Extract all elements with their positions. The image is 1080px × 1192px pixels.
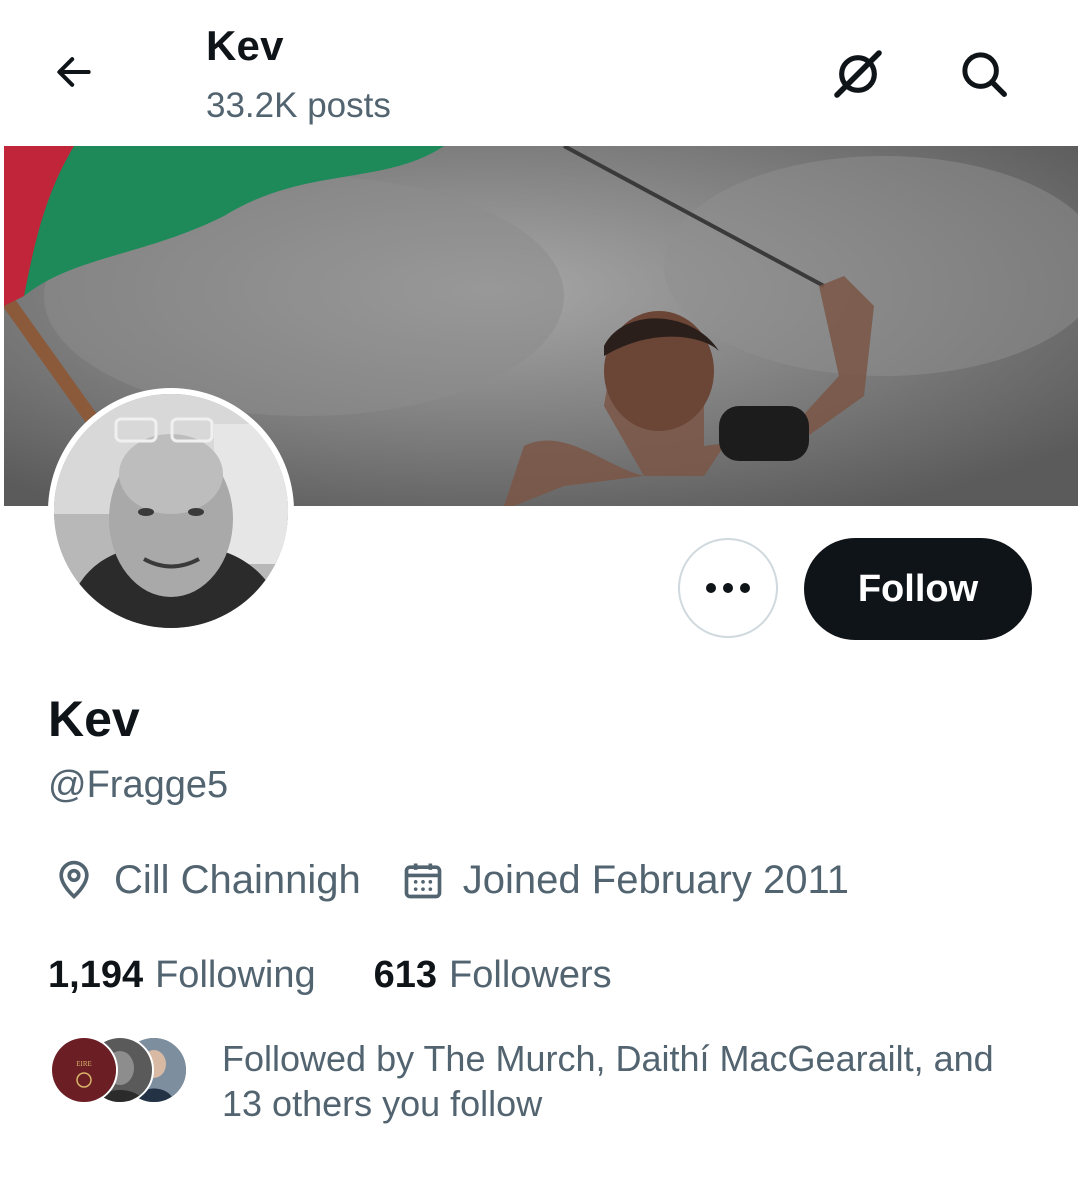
followers-count: 613: [373, 953, 438, 996]
search-icon: [962, 52, 1007, 97]
profile-display-name: Kev: [48, 691, 140, 747]
top-bar: Kev 33.2K posts: [0, 0, 1080, 146]
follower-avatar: EIRE: [50, 1036, 118, 1104]
more-options-button[interactable]: [678, 538, 778, 638]
followed-by-avatars[interactable]: EIRE: [50, 1036, 190, 1104]
more-horizontal-icon: [706, 583, 750, 593]
followers-link[interactable]: 613 Followers: [374, 954, 612, 997]
followers-label: Followers: [449, 953, 612, 996]
grok-icon: [834, 50, 882, 98]
back-button[interactable]: [46, 44, 102, 100]
header-title: Kev: [206, 22, 284, 69]
header-posts-count: 33.2K posts: [206, 86, 391, 125]
grok-button[interactable]: [828, 44, 888, 104]
followed-by-text[interactable]: Followed by The Murch, Daithí MacGearail…: [222, 1036, 1042, 1126]
following-link[interactable]: 1,194 Following: [48, 954, 316, 997]
profile-joined-date: Joined February 2011: [462, 857, 849, 902]
profile-meta: Cill Chainnigh Joined February 2011: [48, 852, 849, 908]
arrow-left-icon: [57, 57, 91, 87]
calendar-icon: [397, 854, 449, 906]
profile-handle: @Fragge5: [48, 764, 229, 806]
profile-avatar[interactable]: [48, 388, 294, 634]
following-count: 1,194: [48, 953, 144, 996]
following-label: Following: [155, 953, 316, 996]
search-button[interactable]: [952, 42, 1016, 106]
profile-stats: 1,194 Following 613 Followers: [48, 950, 612, 1000]
svg-text:EIRE: EIRE: [76, 1060, 92, 1068]
avatar-photo: [54, 394, 288, 628]
location-pin-icon: [48, 854, 100, 906]
profile-location: Cill Chainnigh: [114, 857, 361, 902]
follow-button[interactable]: Follow: [804, 538, 1032, 640]
